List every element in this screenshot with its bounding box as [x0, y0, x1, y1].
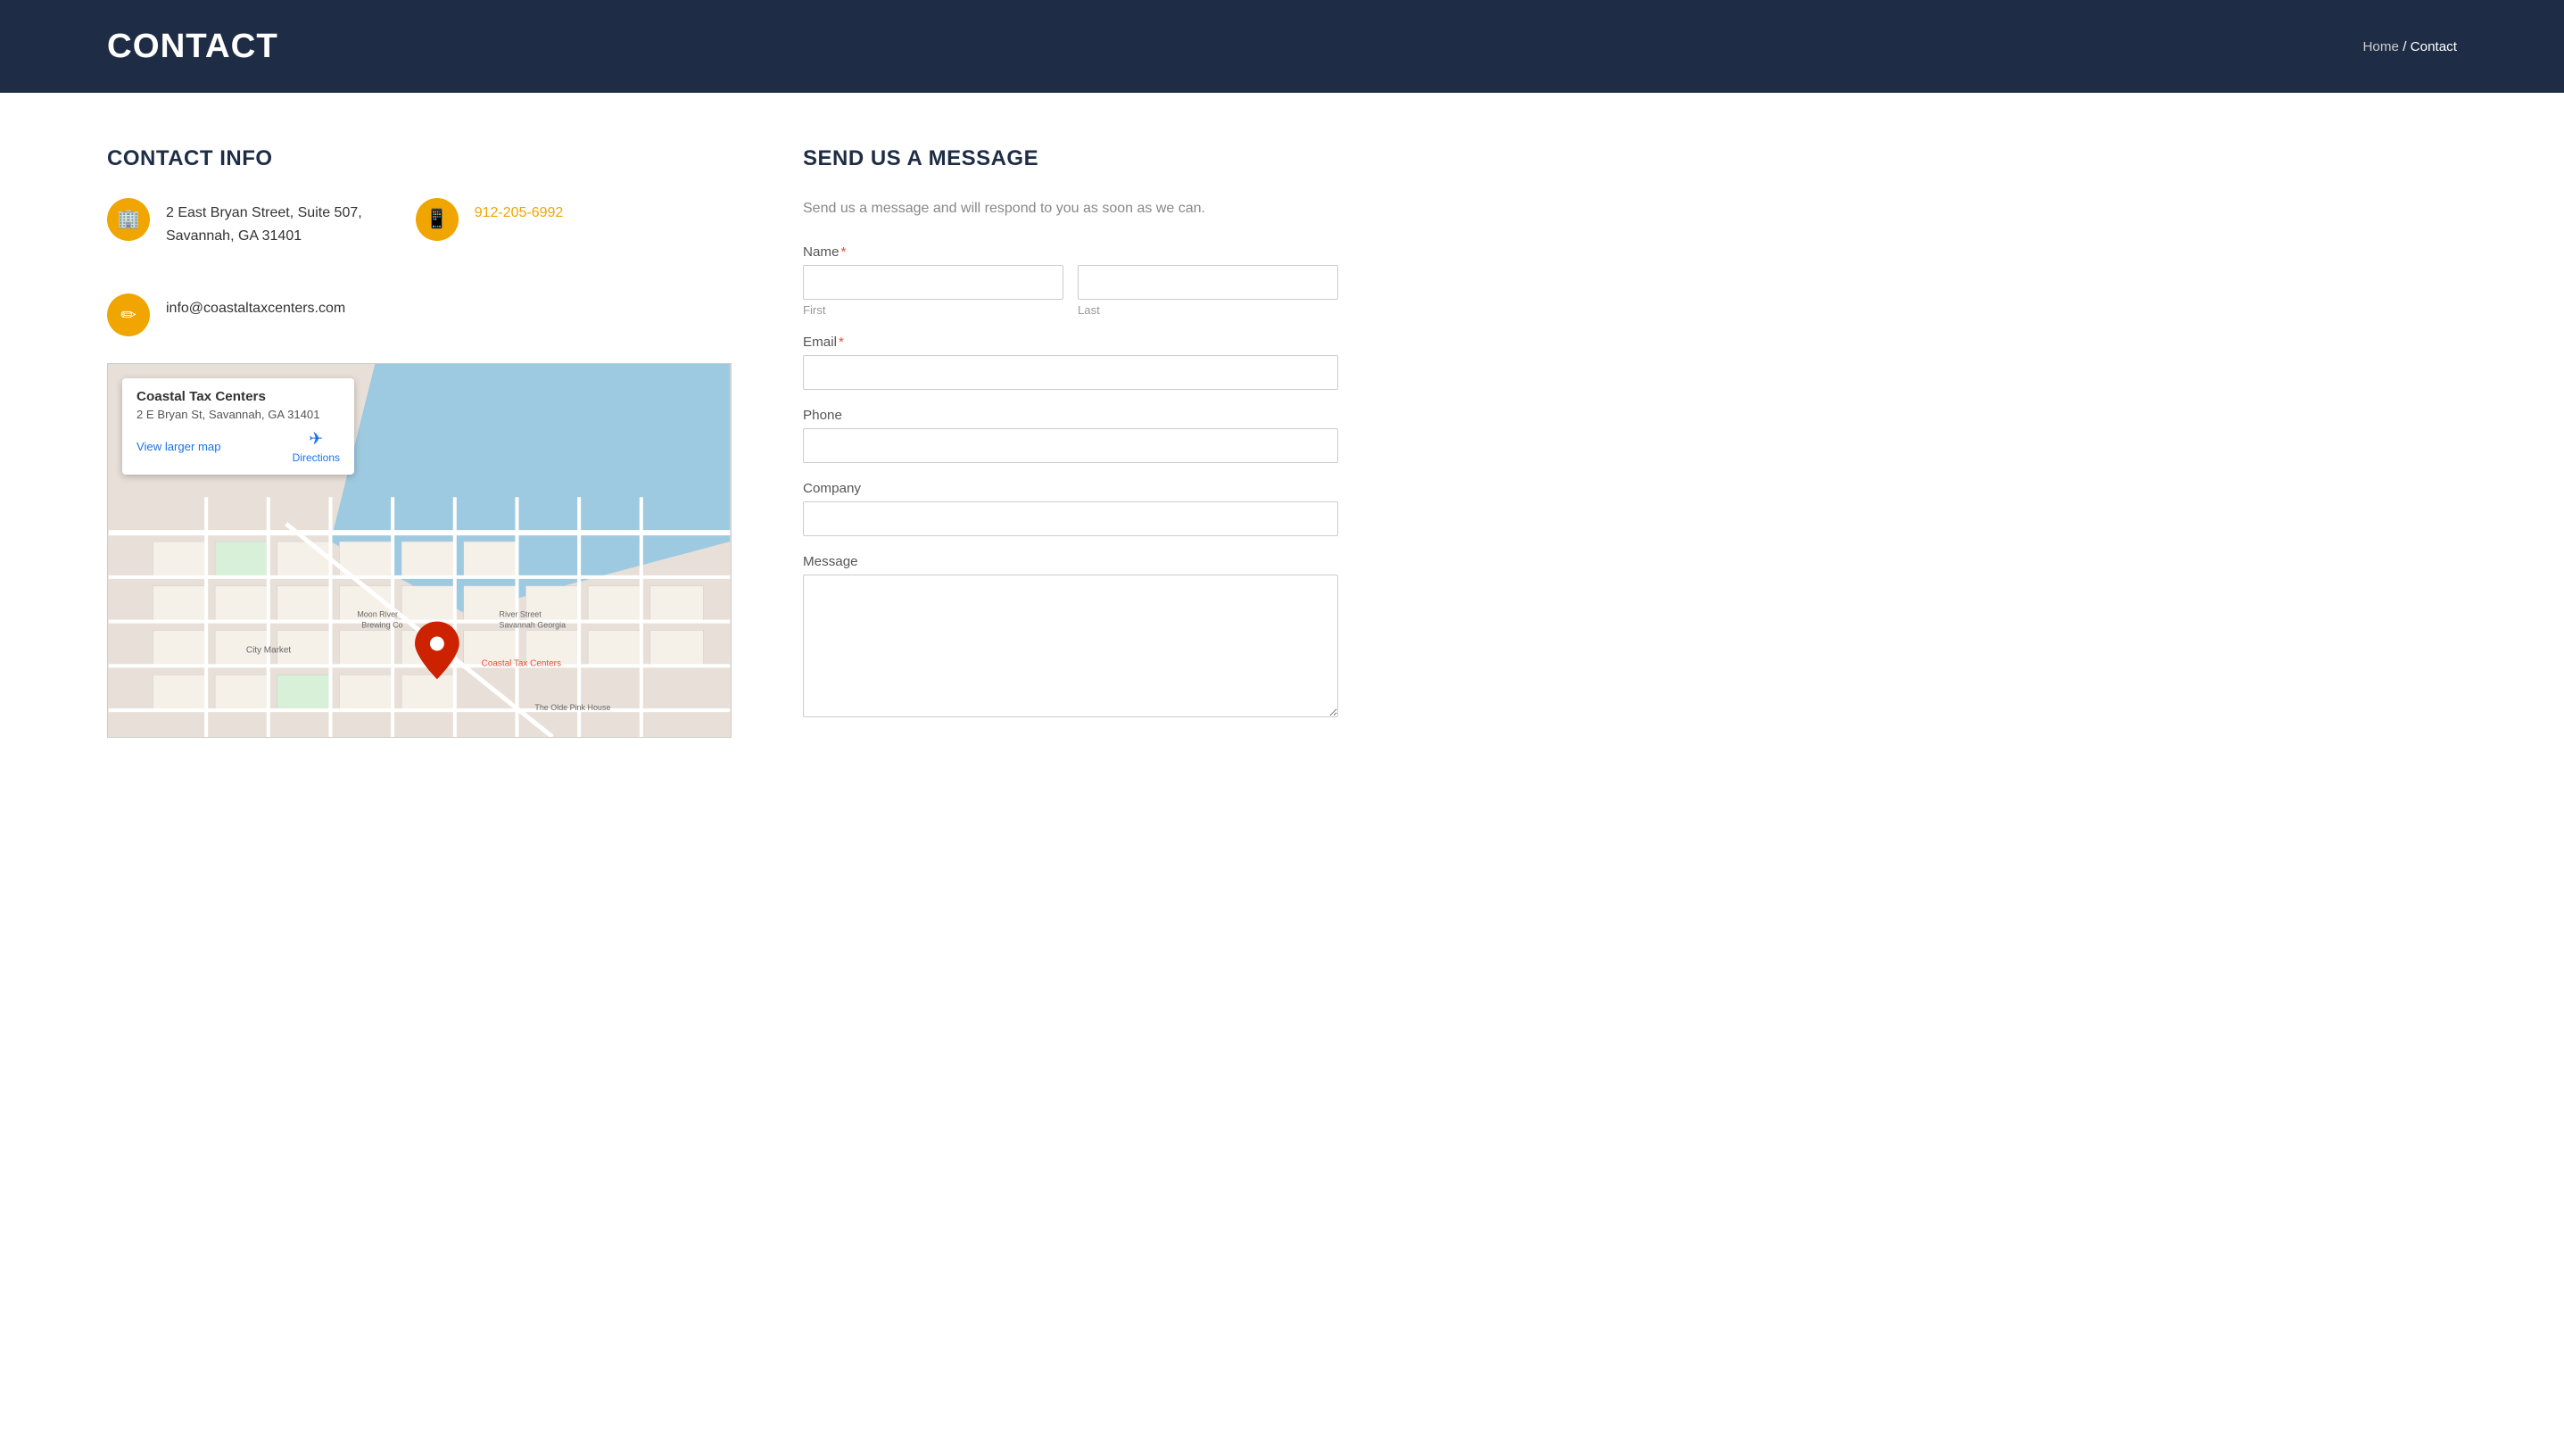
map-popup: Coastal Tax Centers 2 E Bryan St, Savann…: [122, 378, 354, 475]
phone-group: Phone: [803, 408, 1338, 463]
page-title: CONTACT: [107, 27, 278, 66]
phone-input[interactable]: [803, 428, 1338, 463]
form-subtitle: Send us a message and will respond to yo…: [803, 198, 1338, 219]
map-popup-title: Coastal Tax Centers: [136, 389, 340, 404]
map-container: City Market Moon River Brewing Co Coasta…: [107, 363, 732, 738]
message-label: Message: [803, 554, 1338, 569]
map-popup-address: 2 E Bryan St, Savannah, GA 31401: [136, 408, 340, 421]
name-fields: First Last: [803, 265, 1338, 317]
page-header: CONTACT Home / Contact: [0, 0, 2564, 93]
directions-label: Directions: [293, 451, 340, 464]
name-required: *: [841, 244, 847, 260]
svg-text:Brewing Co: Brewing Co: [361, 621, 402, 630]
message-textarea[interactable]: [803, 575, 1338, 717]
email-required: *: [839, 335, 844, 350]
address-line2: Savannah, GA 31401: [166, 228, 302, 244]
email-text: info@coastaltaxcenters.com: [166, 294, 345, 320]
svg-text:River Street: River Street: [500, 610, 542, 619]
svg-text:Savannah Georgia: Savannah Georgia: [500, 621, 567, 630]
svg-text:City Market: City Market: [246, 646, 291, 656]
last-name-wrap: Last: [1078, 265, 1338, 317]
main-content: CONTACT INFO 🏢 2 East Bryan Street, Suit…: [0, 93, 2564, 793]
breadcrumb-home[interactable]: Home: [2362, 39, 2399, 54]
pencil-icon: ✏: [107, 294, 150, 336]
send-message-title: SEND US A MESSAGE: [803, 146, 1338, 171]
svg-text:Moon River: Moon River: [357, 610, 398, 619]
phone-text: 912-205-6992: [475, 198, 564, 225]
first-label: First: [803, 303, 1063, 317]
email-group: Email*: [803, 335, 1338, 390]
breadcrumb-separator: /: [2403, 39, 2406, 54]
svg-text:The Olde Pink House: The Olde Pink House: [534, 703, 610, 712]
company-input[interactable]: [803, 501, 1338, 536]
address-text: 2 East Bryan Street, Suite 507, Savannah…: [166, 198, 362, 247]
breadcrumb: Home / Contact: [2362, 39, 2457, 54]
contact-pairs: 🏢 2 East Bryan Street, Suite 507, Savann…: [107, 198, 732, 267]
address-line1: 2 East Bryan Street, Suite 507,: [166, 205, 362, 220]
company-group: Company: [803, 481, 1338, 536]
phone-label: Phone: [803, 408, 1338, 423]
email-label: Email*: [803, 335, 1338, 350]
first-name-wrap: First: [803, 265, 1063, 317]
building-icon: 🏢: [107, 198, 150, 241]
directions-icon: ✈: [309, 428, 323, 450]
name-label: Name*: [803, 244, 1338, 260]
contact-info-title: CONTACT INFO: [107, 146, 732, 171]
message-group: Message: [803, 554, 1338, 722]
phone-link[interactable]: 912-205-6992: [475, 205, 564, 220]
name-group: Name* First Last: [803, 244, 1338, 317]
directions-button[interactable]: ✈ Directions: [293, 428, 340, 464]
svg-text:Coastal Tax Centers: Coastal Tax Centers: [482, 659, 561, 669]
contact-form-section: SEND US A MESSAGE Send us a message and …: [803, 146, 1338, 740]
breadcrumb-current: Contact: [2411, 39, 2457, 54]
email-row: ✏ info@coastaltaxcenters.com: [107, 294, 732, 336]
last-name-input[interactable]: [1078, 265, 1338, 300]
view-larger-map-link[interactable]: View larger map: [136, 440, 220, 453]
address-row: 🏢 2 East Bryan Street, Suite 507, Savann…: [107, 198, 362, 247]
first-name-input[interactable]: [803, 265, 1063, 300]
phone-row: 📱 912-205-6992: [416, 198, 564, 247]
contact-form: Name* First Last Email*: [803, 244, 1338, 722]
email-input[interactable]: [803, 355, 1338, 390]
company-label: Company: [803, 481, 1338, 496]
phone-icon: 📱: [416, 198, 459, 241]
contact-info-section: CONTACT INFO 🏢 2 East Bryan Street, Suit…: [107, 146, 732, 740]
email-address: info@coastaltaxcenters.com: [166, 301, 345, 316]
last-label: Last: [1078, 303, 1338, 317]
